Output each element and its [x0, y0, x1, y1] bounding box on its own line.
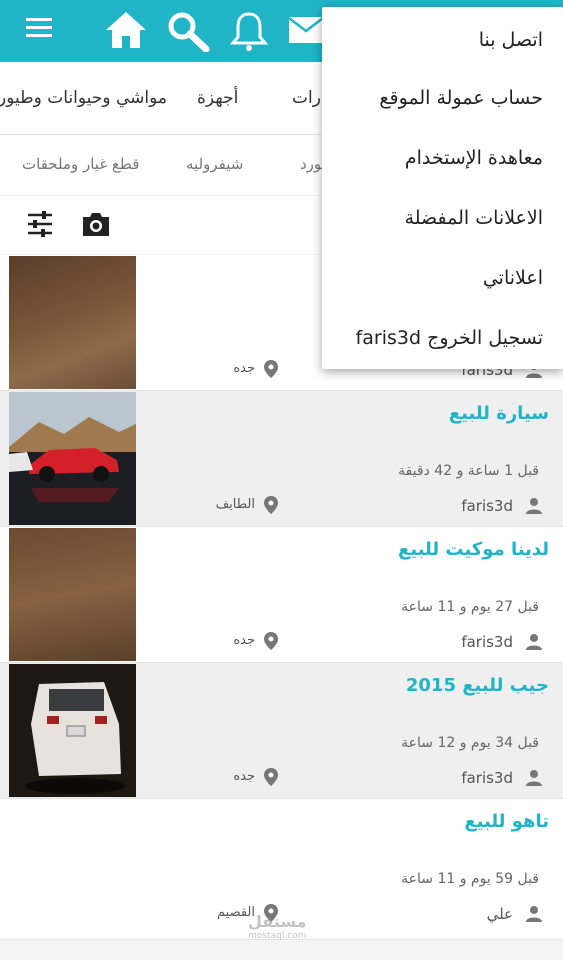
home-icon[interactable] [104, 10, 148, 54]
menu-icon[interactable] [26, 17, 52, 43]
tab-devices[interactable]: أجهزة [197, 88, 238, 108]
user-icon [525, 497, 543, 519]
search-icon[interactable] [166, 10, 210, 56]
listing-city: جده [233, 769, 255, 784]
listing-time: قبل 59 يوم و 11 ساعة [401, 871, 539, 887]
listing-image [9, 664, 136, 797]
listing-user: faris3d [461, 497, 513, 515]
filter-icon[interactable] [26, 210, 54, 242]
listing-title[interactable]: سيارة للبيع [449, 403, 549, 424]
listing-user: faris3d [461, 633, 513, 651]
overflow-menu: اتصل بنا حساب عمولة الموقع معاهدة الإستخ… [322, 7, 563, 369]
menu-item-logout[interactable]: تسجيل الخروج faris3d [356, 327, 543, 349]
location-pin-icon [263, 631, 279, 655]
listing-image [9, 392, 136, 525]
listing-time: قبل 34 يوم و 12 ساعة [401, 735, 539, 751]
listing-user: علي [486, 905, 513, 923]
listing-image [9, 256, 136, 389]
watermark-domain: mostaql.com [248, 931, 307, 941]
menu-item-contact[interactable]: اتصل بنا [479, 29, 543, 51]
menu-item-favorites[interactable]: الاعلانات المفضلة [405, 207, 543, 229]
location-pin-icon [263, 495, 279, 519]
listing-card[interactable]: لدينا موكيت للبيع قبل 27 يوم و 11 ساعة f… [0, 527, 563, 663]
user-icon [525, 633, 543, 655]
watermark-name: مستقل [248, 912, 307, 931]
menu-item-my-ads[interactable]: اعلاناتي [483, 267, 543, 289]
tab-livestock[interactable]: مواشي وحيوانات وطيور [0, 88, 167, 108]
listing-city: جده [233, 361, 255, 376]
listing-city: الطايف [215, 497, 255, 512]
location-pin-icon [263, 767, 279, 791]
listing-time: قبل 27 يوم و 11 ساعة [401, 599, 539, 615]
listing-city: جده [233, 633, 255, 648]
listing-title[interactable]: تاهو للبيع [464, 811, 549, 832]
listing-card[interactable]: جيب للبيع 2015 قبل 34 يوم و 12 ساعة fari… [0, 663, 563, 799]
listing-user: faris3d [461, 769, 513, 787]
watermark: مستقل mostaql.com [248, 912, 307, 941]
listing-title[interactable]: جيب للبيع 2015 [406, 675, 549, 696]
user-icon [525, 769, 543, 791]
listing-title[interactable]: لدينا موكيت للبيع [398, 539, 549, 560]
listing-card[interactable]: سيارة للبيع قبل 1 ساعة و 42 دقيقة faris3… [0, 391, 563, 527]
listing-image [9, 528, 136, 661]
location-pin-icon [263, 359, 279, 383]
camera-icon[interactable] [80, 210, 112, 242]
subtab-spare-parts[interactable]: قطع غيار وملحقات [22, 155, 139, 173]
mail-icon[interactable] [288, 16, 324, 48]
subtab-chevrolet[interactable]: شيفروليه [186, 155, 243, 173]
listing-time: قبل 1 ساعة و 42 دقيقة [398, 463, 539, 479]
menu-item-commission[interactable]: حساب عمولة الموقع [379, 87, 543, 109]
user-icon [525, 905, 543, 927]
menu-item-terms[interactable]: معاهدة الإستخدام [405, 147, 543, 169]
bell-icon[interactable] [229, 10, 269, 56]
